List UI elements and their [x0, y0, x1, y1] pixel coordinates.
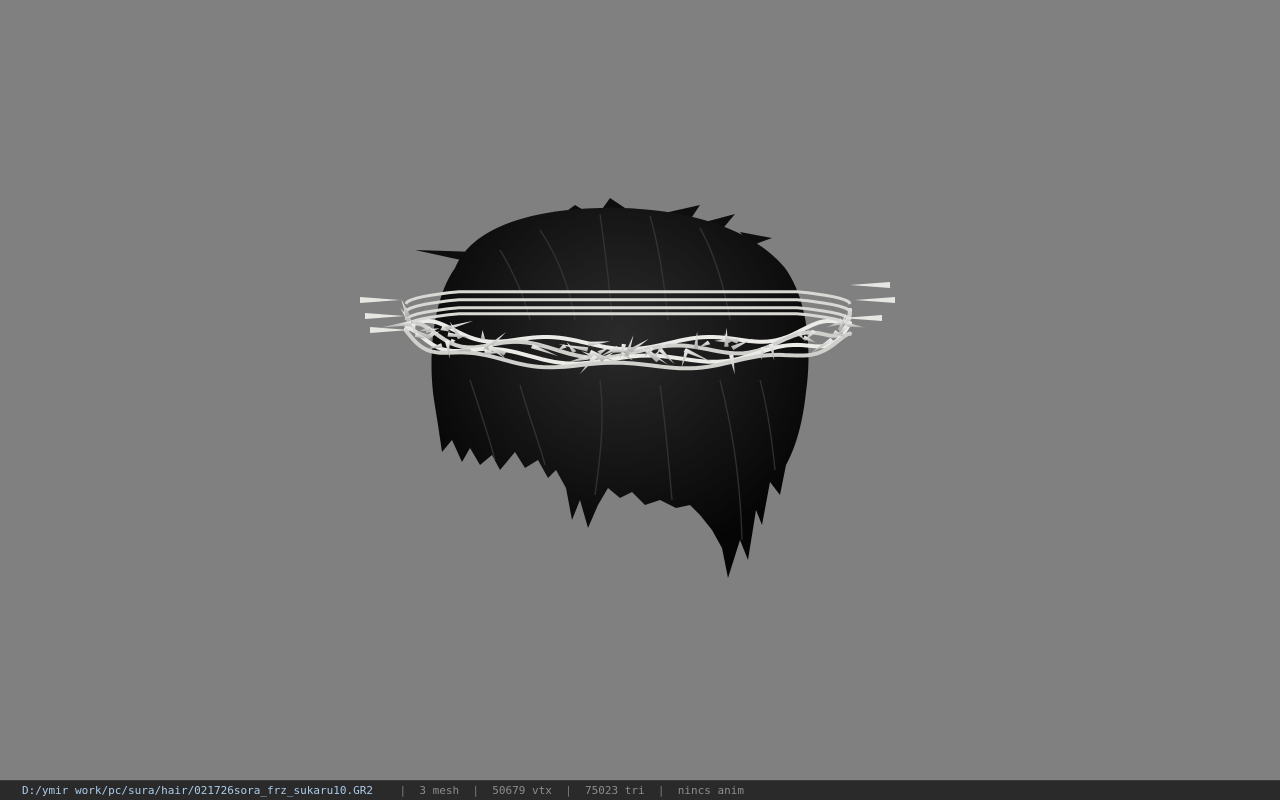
thorn-spike — [360, 297, 400, 303]
anim-status: nincs anim — [677, 784, 744, 797]
thorn-spike — [845, 322, 865, 328]
status-bar: D:/ymir work/pc/sura/hair/021726sora_frz… — [0, 780, 1280, 800]
hair-mass — [431, 207, 809, 578]
3d-viewport[interactable] — [0, 0, 1280, 780]
mesh-count: 3 mesh — [419, 784, 460, 797]
separator: | — [657, 784, 665, 797]
thorn-spike — [850, 282, 890, 288]
separator: | — [565, 784, 572, 797]
separator: | — [472, 784, 479, 797]
thorn-spike — [370, 327, 410, 333]
thorn-spike — [365, 313, 405, 319]
separator: | — [399, 784, 407, 797]
triangle-count: 75023 tri — [584, 784, 645, 797]
vertex-count: 50679 vtx — [492, 784, 552, 797]
file-path: D:/ymir work/pc/sura/hair/021726sora_frz… — [22, 784, 373, 797]
model-render — [360, 198, 895, 578]
thorn-spike — [855, 297, 895, 303]
